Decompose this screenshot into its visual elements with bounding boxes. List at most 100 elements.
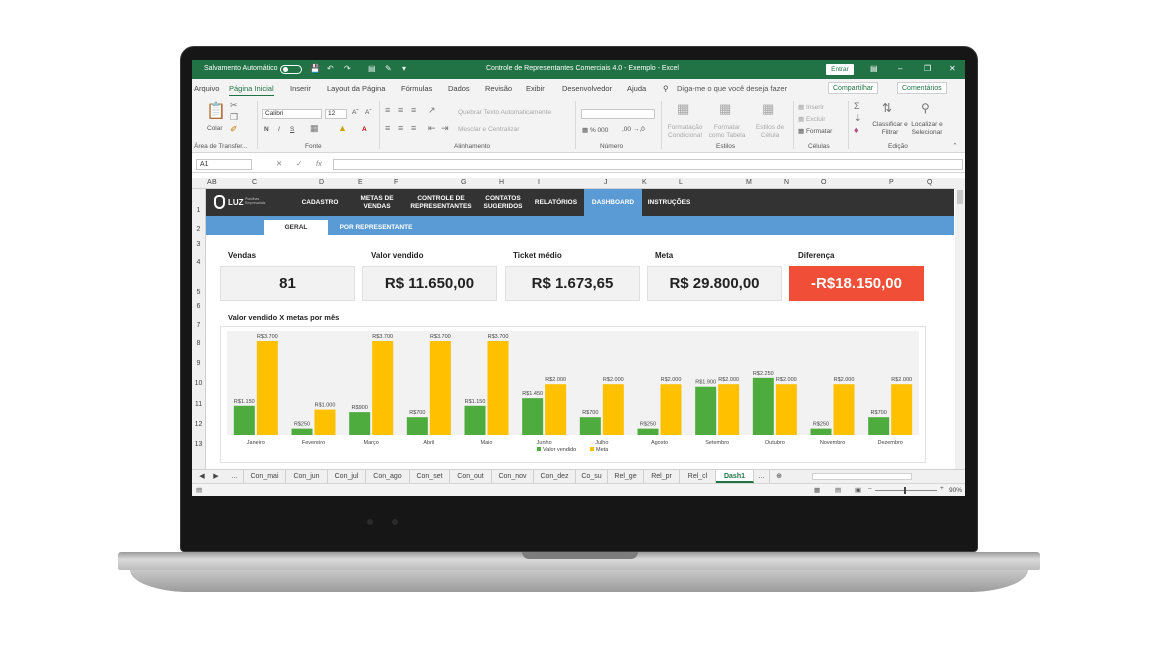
column-header[interactable]: M (746, 179, 752, 186)
accounting-format-icon[interactable]: ▦ % 000 (582, 126, 608, 134)
underline-button[interactable]: S (290, 126, 294, 133)
align-top-icon[interactable]: ≡ (385, 105, 390, 115)
sort-filter-icon[interactable]: ⇅ (882, 101, 892, 115)
sheet-tab-con-nov[interactable]: Con_nov (492, 470, 534, 483)
decrease-indent-icon[interactable]: ⇤ (428, 123, 436, 134)
fill-color-icon[interactable]: ▲ (338, 123, 347, 133)
merge-center-button[interactable]: Mesclar e Centralizar (458, 126, 519, 133)
page-break-view-icon[interactable]: ▣ (855, 486, 861, 494)
sheet-tab-con-jun[interactable]: Con_jun (286, 470, 328, 483)
horizontal-scrollbar[interactable] (812, 473, 912, 480)
sheet-tab-con-mai[interactable]: Con_mai (244, 470, 286, 483)
cell-styles-button[interactable]: Estilos de Célula (753, 124, 787, 140)
row-header[interactable]: 8 (192, 340, 205, 347)
add-sheet-icon[interactable]: ⊕ (772, 470, 786, 483)
print-preview-icon[interactable]: ▤ (368, 64, 376, 73)
minimize-icon[interactable]: – (898, 64, 902, 73)
row-header[interactable]: 3 (192, 241, 205, 248)
grow-font-icon[interactable]: Aˆ (352, 109, 359, 116)
subtab-geral[interactable]: GERAL (264, 220, 328, 235)
column-header[interactable]: C (252, 179, 257, 186)
paste-icon[interactable]: 📋 (206, 101, 226, 121)
find-icon[interactable]: ⚲ (921, 101, 930, 115)
row-header[interactable]: 9 (192, 360, 205, 367)
share-button[interactable]: Compartilhar (828, 82, 879, 94)
find-select-button[interactable]: Localizar e Selecionar (908, 121, 946, 137)
borders-icon[interactable]: ▦ (310, 123, 319, 134)
row-header[interactable]: 2 (192, 226, 205, 233)
sheet-tab-con-out[interactable]: Con_out (450, 470, 492, 483)
column-header[interactable]: G (461, 179, 466, 186)
fill-icon[interactable]: ⇣ (854, 113, 862, 124)
vertical-scrollbar[interactable] (955, 178, 965, 469)
column-header[interactable]: N (784, 179, 789, 186)
column-header[interactable]: L (679, 179, 683, 186)
align-right-icon[interactable]: ≡ (411, 123, 416, 133)
row-header[interactable]: 1 (192, 207, 205, 214)
align-left-icon[interactable]: ≡ (385, 123, 390, 133)
ribbon-display-icon[interactable]: ▤ (870, 64, 878, 73)
chart-frame[interactable]: R$1.150 R$3.700 Janeiro R$250 R$1.000 Feverei… (220, 326, 926, 463)
vertical-scroll-thumb[interactable] (957, 190, 963, 204)
column-header[interactable]: K (642, 179, 647, 186)
tab-revisao[interactable]: Revisão (485, 84, 512, 93)
row-header[interactable]: 10 (192, 380, 205, 387)
copy-icon[interactable]: ❐ (230, 112, 238, 123)
font-color-icon[interactable]: A (362, 126, 367, 133)
nav-controle-representantes[interactable]: CONTROLE DE REPRESENTANTES (404, 189, 478, 216)
row-header[interactable]: 4 (192, 259, 205, 266)
row-header[interactable]: 11 (192, 401, 205, 408)
column-header[interactable]: O (821, 179, 826, 186)
column-header[interactable]: D (319, 179, 324, 186)
align-bottom-icon[interactable]: ≡ (411, 105, 416, 115)
normal-view-icon[interactable]: ▦ (814, 486, 820, 494)
column-header[interactable]: I (538, 179, 540, 186)
sheet-tab-con-set[interactable]: Con_set (410, 470, 450, 483)
align-middle-icon[interactable]: ≡ (398, 105, 403, 115)
tell-me-search[interactable]: Diga-me o que você deseja fazer (677, 84, 787, 93)
nav-relatorios[interactable]: RELATÓRIOS (528, 189, 584, 216)
cut-icon[interactable]: ✂ (230, 100, 238, 111)
sheet-tab-more-right[interactable]: ... (754, 470, 770, 483)
confirm-entry-icon[interactable]: ✓ (296, 159, 302, 168)
spelling-icon[interactable]: ✎ (385, 64, 392, 73)
italic-button[interactable]: I (278, 126, 280, 133)
decimal-places-icon[interactable]: ,00 →,0 (622, 126, 645, 133)
sheet-tab-rel-ge[interactable]: Rel_ge (608, 470, 644, 483)
conditional-format-icon[interactable]: ▦ (677, 101, 689, 117)
column-header[interactable]: B (212, 179, 217, 186)
name-box[interactable]: A1 (196, 159, 252, 170)
macro-record-icon[interactable]: ▤ (196, 486, 202, 494)
clear-icon[interactable]: ♦ (854, 125, 859, 135)
column-header[interactable]: F (394, 179, 398, 186)
shrink-font-icon[interactable]: Aˇ (365, 109, 372, 116)
bold-button[interactable]: N (264, 126, 269, 133)
prev-sheet-icon[interactable]: ◀ (196, 470, 208, 483)
tab-ajuda[interactable]: Ajuda (627, 84, 646, 93)
zoom-slider[interactable] (875, 490, 937, 491)
conditional-format-button[interactable]: Formatação Condicional (665, 124, 705, 140)
column-header[interactable]: A (207, 179, 212, 186)
sheet-tab-rel-cl[interactable]: Rel_cl (680, 470, 716, 483)
row-header[interactable]: 6 (192, 303, 205, 310)
collapse-ribbon-icon[interactable]: ⌃ (952, 142, 958, 150)
wrap-text-button[interactable]: Quebrar Texto Automaticamente (458, 109, 551, 116)
sheet-tab-co-su[interactable]: Co_su (576, 470, 608, 483)
close-icon[interactable]: ✕ (949, 64, 956, 73)
zoom-slider-knob[interactable] (904, 487, 906, 494)
orientation-icon[interactable]: ↗ (428, 105, 436, 116)
customize-quick-access-icon[interactable]: ▾ (402, 64, 406, 73)
font-size-select[interactable]: 12 (325, 109, 347, 119)
sign-in-button[interactable]: Entrar (826, 64, 854, 75)
sheet-tab-con-ago[interactable]: Con_ago (366, 470, 410, 483)
insert-cells-button[interactable]: ▦ Inserir (798, 103, 824, 111)
tab-dados[interactable]: Dados (448, 84, 470, 93)
column-header[interactable]: J (604, 179, 608, 186)
sheet-tab-rel-pr[interactable]: Rel_pr (644, 470, 680, 483)
tab-exibir[interactable]: Exibir (526, 84, 545, 93)
format-table-button[interactable]: Formatar como Tabela (707, 124, 747, 140)
sort-filter-button[interactable]: Classificar e Filtrar (872, 121, 908, 137)
tab-arquivo[interactable]: Arquivo (194, 84, 219, 93)
number-format-select[interactable] (581, 109, 655, 119)
delete-cells-button[interactable]: ▦ Excluir (798, 115, 825, 123)
